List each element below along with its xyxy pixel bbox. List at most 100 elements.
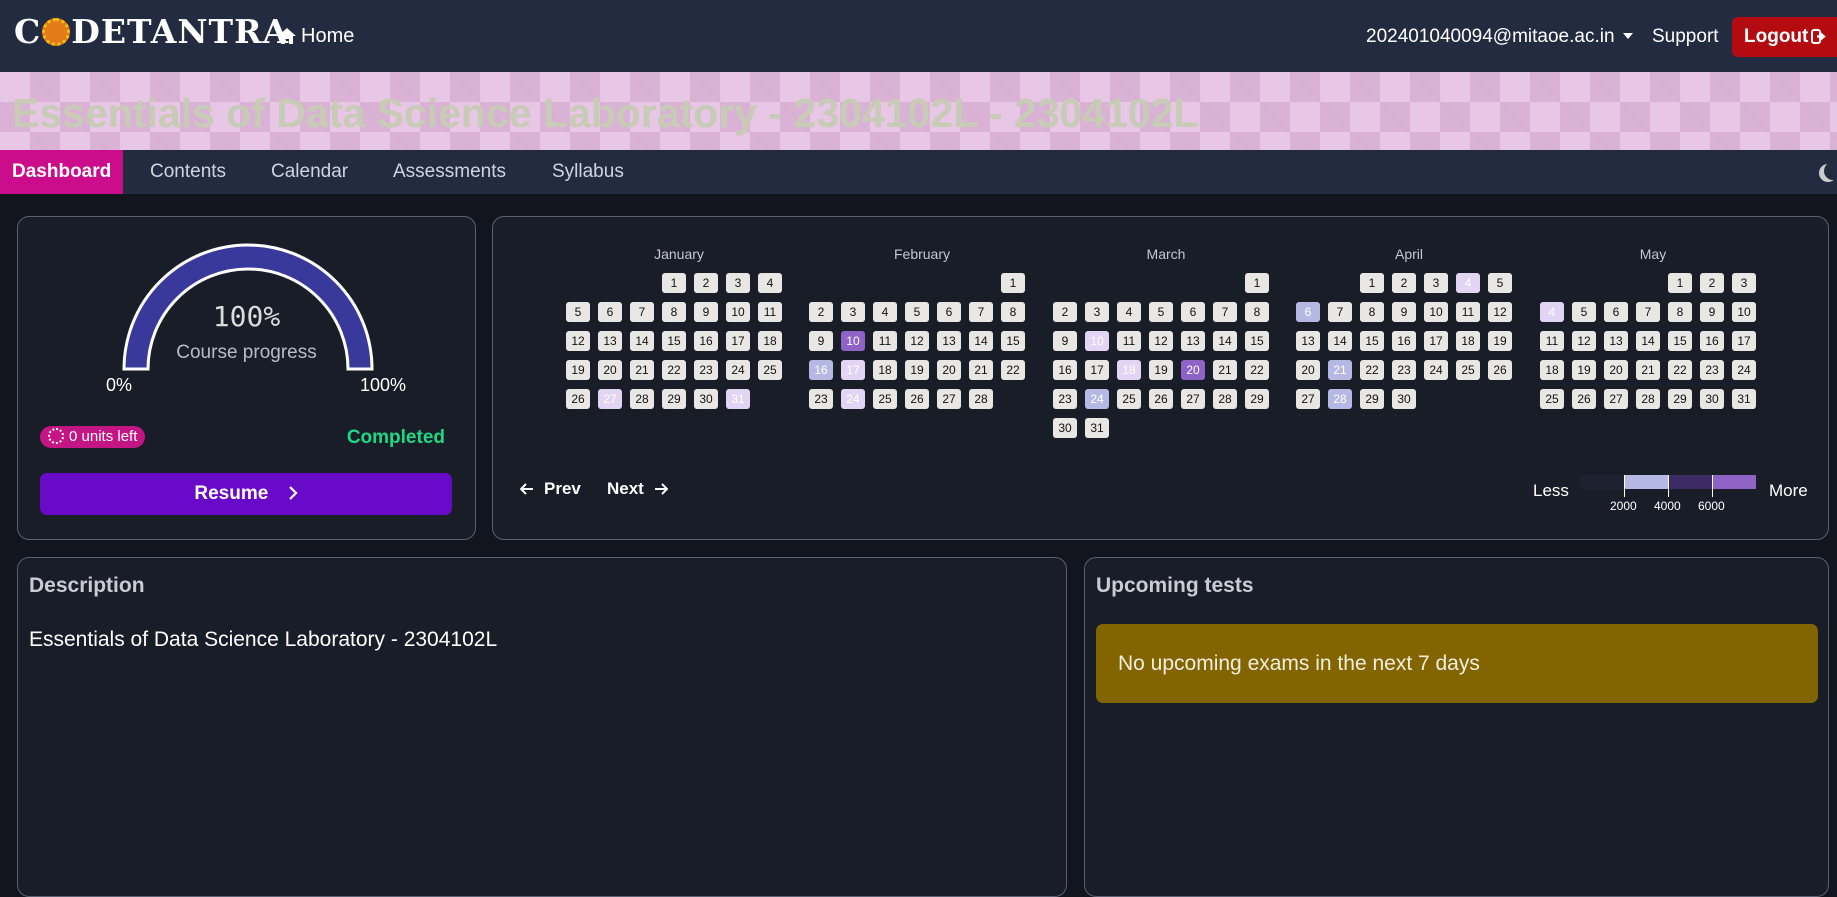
calendar-day[interactable]: 4 (1540, 302, 1564, 322)
calendar-day[interactable]: 28 (969, 389, 993, 409)
calendar-day[interactable]: 17 (726, 331, 750, 351)
tab-contents[interactable]: Contents (150, 150, 226, 194)
calendar-day[interactable]: 5 (566, 302, 590, 322)
calendar-day[interactable]: 16 (809, 360, 833, 380)
calendar-day[interactable]: 15 (1001, 331, 1025, 351)
calendar-day[interactable]: 22 (1001, 360, 1025, 380)
calendar-day[interactable]: 12 (1149, 331, 1173, 351)
calendar-day[interactable]: 13 (1604, 331, 1628, 351)
calendar-day[interactable]: 15 (1245, 331, 1269, 351)
calendar-day[interactable]: 6 (937, 302, 961, 322)
calendar-day[interactable]: 10 (1085, 331, 1109, 351)
calendar-day[interactable]: 14 (1213, 331, 1237, 351)
calendar-day[interactable]: 24 (1424, 360, 1448, 380)
calendar-day[interactable]: 14 (1636, 331, 1660, 351)
calendar-day[interactable]: 23 (1392, 360, 1416, 380)
calendar-day[interactable]: 3 (726, 273, 750, 293)
calendar-day[interactable]: 25 (873, 389, 897, 409)
calendar-day[interactable]: 24 (1732, 360, 1756, 380)
calendar-day[interactable]: 22 (1245, 360, 1269, 380)
calendar-day[interactable]: 18 (873, 360, 897, 380)
calendar-day[interactable]: 20 (598, 360, 622, 380)
calendar-day[interactable]: 20 (1296, 360, 1320, 380)
calendar-day[interactable]: 19 (1572, 360, 1596, 380)
calendar-day[interactable]: 22 (1360, 360, 1384, 380)
calendar-day[interactable]: 28 (1213, 389, 1237, 409)
calendar-day[interactable]: 10 (1732, 302, 1756, 322)
calendar-day[interactable]: 27 (1181, 389, 1205, 409)
calendar-day[interactable]: 4 (873, 302, 897, 322)
calendar-day[interactable]: 17 (1732, 331, 1756, 351)
calendar-day[interactable]: 11 (1456, 302, 1480, 322)
home-link[interactable]: Home (278, 25, 354, 48)
calendar-day[interactable]: 12 (1572, 331, 1596, 351)
calendar-day[interactable]: 26 (905, 389, 929, 409)
calendar-day[interactable]: 5 (1572, 302, 1596, 322)
calendar-day[interactable]: 2 (1392, 273, 1416, 293)
calendar-day[interactable]: 21 (630, 360, 654, 380)
calendar-day[interactable]: 11 (1540, 331, 1564, 351)
tab-assessments[interactable]: Assessments (393, 150, 506, 194)
calendar-day[interactable]: 17 (1424, 331, 1448, 351)
calendar-day[interactable]: 27 (598, 389, 622, 409)
calendar-day[interactable]: 8 (1668, 302, 1692, 322)
calendar-day[interactable]: 5 (905, 302, 929, 322)
calendar-day[interactable]: 31 (1732, 389, 1756, 409)
calendar-day[interactable]: 29 (1360, 389, 1384, 409)
calendar-day[interactable]: 26 (1149, 389, 1173, 409)
calendar-day[interactable]: 17 (841, 360, 865, 380)
calendar-day[interactable]: 23 (694, 360, 718, 380)
calendar-day[interactable]: 18 (1540, 360, 1564, 380)
calendar-day[interactable]: 10 (726, 302, 750, 322)
calendar-day[interactable]: 9 (1392, 302, 1416, 322)
calendar-day[interactable]: 26 (566, 389, 590, 409)
calendar-day[interactable]: 7 (1328, 302, 1352, 322)
calendar-day[interactable]: 24 (1085, 389, 1109, 409)
calendar-day[interactable]: 25 (1456, 360, 1480, 380)
calendar-day[interactable]: 25 (1540, 389, 1564, 409)
calendar-day[interactable]: 7 (1213, 302, 1237, 322)
calendar-day[interactable]: 8 (1001, 302, 1025, 322)
calendar-day[interactable]: 1 (662, 273, 686, 293)
calendar-day[interactable]: 14 (969, 331, 993, 351)
calendar-day[interactable]: 24 (841, 389, 865, 409)
next-button[interactable]: Next (607, 479, 669, 499)
calendar-day[interactable]: 12 (566, 331, 590, 351)
calendar-day[interactable]: 18 (1117, 360, 1141, 380)
calendar-day[interactable]: 8 (1360, 302, 1384, 322)
tab-calendar[interactable]: Calendar (271, 150, 348, 194)
calendar-day[interactable]: 1 (1360, 273, 1384, 293)
tab-syllabus[interactable]: Syllabus (552, 150, 624, 194)
calendar-day[interactable]: 1 (1001, 273, 1025, 293)
calendar-day[interactable]: 20 (1181, 360, 1205, 380)
calendar-day[interactable]: 22 (1668, 360, 1692, 380)
calendar-day[interactable]: 15 (1668, 331, 1692, 351)
calendar-day[interactable]: 19 (1488, 331, 1512, 351)
calendar-day[interactable]: 26 (1572, 389, 1596, 409)
calendar-day[interactable]: 1 (1245, 273, 1269, 293)
calendar-day[interactable]: 27 (1604, 389, 1628, 409)
calendar-day[interactable]: 24 (726, 360, 750, 380)
calendar-day[interactable]: 9 (694, 302, 718, 322)
calendar-day[interactable]: 13 (598, 331, 622, 351)
calendar-day[interactable]: 10 (841, 331, 865, 351)
calendar-day[interactable]: 7 (1636, 302, 1660, 322)
calendar-day[interactable]: 9 (1053, 331, 1077, 351)
calendar-day[interactable]: 21 (969, 360, 993, 380)
calendar-day[interactable]: 4 (758, 273, 782, 293)
codetantra-logo[interactable]: C DETANTRA (14, 12, 289, 51)
calendar-day[interactable]: 3 (1732, 273, 1756, 293)
calendar-day[interactable]: 8 (1245, 302, 1269, 322)
calendar-day[interactable]: 11 (758, 302, 782, 322)
calendar-day[interactable]: 10 (1424, 302, 1448, 322)
calendar-day[interactable]: 30 (694, 389, 718, 409)
calendar-day[interactable]: 16 (1392, 331, 1416, 351)
calendar-day[interactable]: 31 (726, 389, 750, 409)
calendar-day[interactable]: 30 (1700, 389, 1724, 409)
calendar-day[interactable]: 14 (1328, 331, 1352, 351)
prev-button[interactable]: Prev (519, 479, 581, 499)
calendar-day[interactable]: 1 (1668, 273, 1692, 293)
calendar-day[interactable]: 7 (969, 302, 993, 322)
calendar-day[interactable]: 23 (1053, 389, 1077, 409)
calendar-day[interactable]: 6 (1296, 302, 1320, 322)
